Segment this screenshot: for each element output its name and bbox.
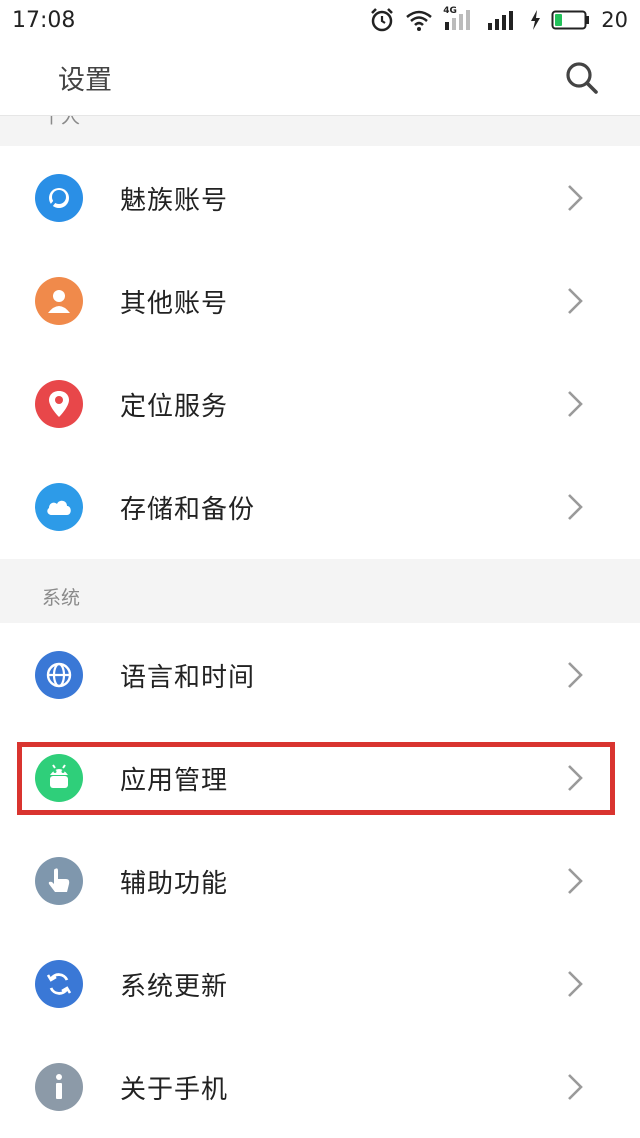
item-label: 其他账号 xyxy=(120,289,229,319)
settings-item-about-phone[interactable]: 关于手机 xyxy=(0,1035,640,1138)
settings-item-language-time[interactable]: 语言和时间 xyxy=(0,623,640,726)
chevron-right-icon xyxy=(568,868,583,894)
chevron-right-icon xyxy=(568,765,583,791)
item-label: 魅族账号 xyxy=(120,186,229,216)
status-bar: 17:08 4G 20 xyxy=(0,0,640,40)
settings-item-accessibility[interactable]: 辅助功能 xyxy=(0,829,640,932)
battery-icon xyxy=(551,10,590,30)
item-label: 定位服务 xyxy=(120,392,229,422)
alarm-icon xyxy=(371,8,394,32)
hand-pointer-icon xyxy=(35,857,83,905)
globe-icon xyxy=(35,651,83,699)
settings-item-system-update[interactable]: 系统更新 xyxy=(0,932,640,1035)
chevron-right-icon xyxy=(568,185,583,211)
item-label: 辅助功能 xyxy=(120,869,229,899)
item-label: 应用管理 xyxy=(120,766,229,796)
settings-item-meizu-account[interactable]: 魅族账号 xyxy=(0,146,640,249)
battery-level: 20 xyxy=(601,8,628,32)
charging-icon xyxy=(531,10,541,30)
chevron-right-icon xyxy=(568,288,583,314)
item-label: 关于手机 xyxy=(120,1075,229,1105)
search-icon xyxy=(566,62,598,94)
page-title: 设置 xyxy=(58,65,112,96)
signal-4g-icon: 4G xyxy=(443,6,477,32)
settings-item-storage-backup[interactable]: 存储和备份 xyxy=(0,455,640,558)
refresh-icon xyxy=(35,960,83,1008)
cloud-icon xyxy=(35,483,83,531)
section-header-personal: 个人 xyxy=(0,116,640,146)
meizu-account-icon xyxy=(35,174,83,222)
settings-item-location[interactable]: 定位服务 xyxy=(0,352,640,455)
chevron-right-icon xyxy=(568,494,583,520)
settings-item-app-management[interactable]: 应用管理 xyxy=(0,726,640,829)
app-header: 设置 xyxy=(0,40,640,116)
chevron-right-icon xyxy=(568,971,583,997)
status-time: 17:08 xyxy=(12,7,76,33)
section-header-system: 系统 xyxy=(0,559,640,623)
item-label: 系统更新 xyxy=(120,972,229,1002)
section-title: 个人 xyxy=(42,116,81,128)
chevron-right-icon xyxy=(568,391,583,417)
item-label: 存储和备份 xyxy=(120,495,256,525)
chevron-right-icon xyxy=(568,1074,583,1100)
chevron-right-icon xyxy=(568,662,583,688)
settings-item-other-accounts[interactable]: 其他账号 xyxy=(0,249,640,352)
signal-icon xyxy=(488,11,514,30)
android-icon xyxy=(35,754,83,802)
wifi-icon xyxy=(406,10,433,31)
info-icon xyxy=(35,1063,83,1111)
search-button[interactable] xyxy=(562,58,602,98)
location-pin-icon xyxy=(35,380,83,428)
item-label: 语言和时间 xyxy=(120,663,256,693)
section-title: 系统 xyxy=(42,587,81,609)
status-icons: 4G 20 xyxy=(369,6,628,33)
person-icon xyxy=(35,277,83,325)
